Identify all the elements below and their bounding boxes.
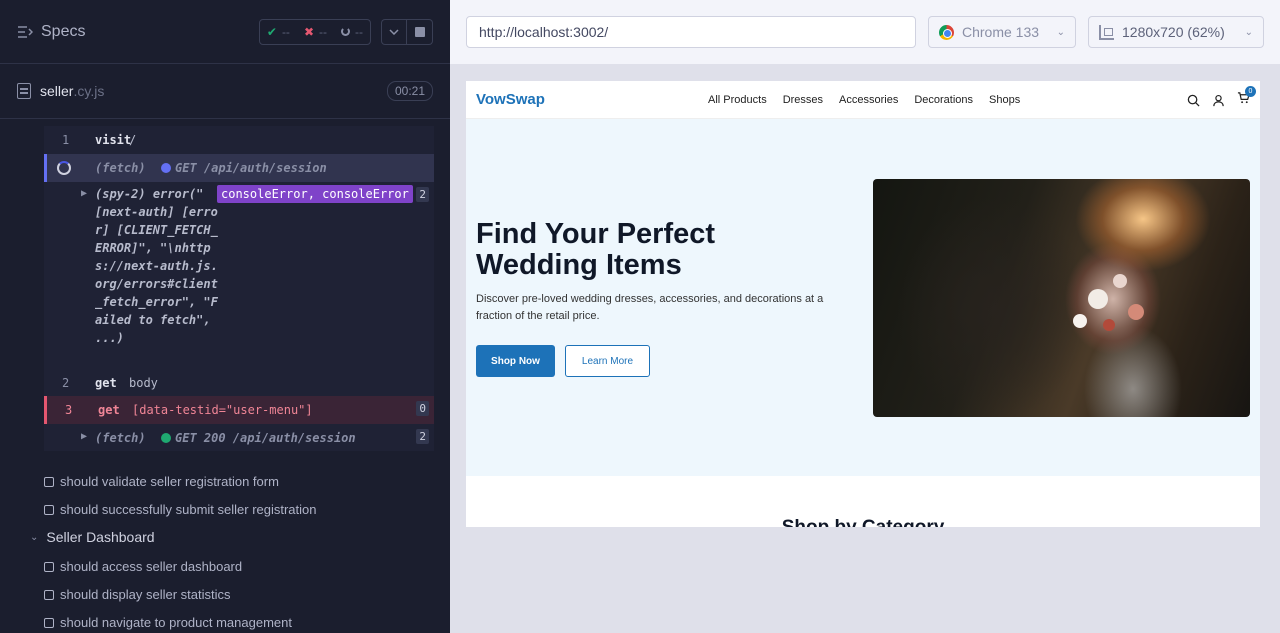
check-icon: ✔ (266, 24, 277, 39)
spec-name[interactable]: seller (40, 83, 73, 99)
stop-button[interactable] (407, 18, 433, 45)
bouquet-flower (1128, 304, 1144, 320)
command-kind: (fetch) (95, 431, 146, 445)
spec-file-header: seller .cy.js 00:21 (0, 64, 450, 119)
learn-more-button[interactable]: Learn More (565, 345, 650, 377)
nav-all-products[interactable]: All Products (708, 94, 767, 106)
expand-caret-icon[interactable]: ▶ (81, 188, 87, 199)
specs-list-icon[interactable] (17, 25, 33, 39)
test-status-icon (44, 476, 54, 487)
command-row-failed[interactable]: 3 get [data-testid="user-menu"] 0 (44, 396, 434, 424)
site-logo[interactable]: VowSwap (476, 91, 545, 108)
nav-dresses[interactable]: Dresses (783, 94, 823, 106)
viewport-selector[interactable]: 1280x720 (62%) ⌄ (1088, 16, 1264, 48)
viewport-scale: (62%) (1187, 24, 1225, 40)
command-row-fetch[interactable]: ▶ (fetch) GET 200 /api/auth/session 2 (44, 424, 434, 451)
stop-icon (414, 26, 425, 37)
chevron-down-icon (389, 28, 399, 35)
shop-now-button[interactable]: Shop Now (476, 345, 555, 377)
hero-section: Find Your Perfect Wedding Items Discover… (466, 119, 1260, 476)
expand-caret-icon[interactable]: ▶ (81, 431, 87, 442)
command-row-fetch-pending[interactable]: (fetch) GET /api/auth/session (44, 154, 434, 182)
pending-stat: -- (334, 25, 370, 39)
command-log-panel: Specs ✔ -- ✖ -- -- seller .cy.js 00:21 1 vi… (0, 0, 450, 633)
command-count: 2 (416, 429, 429, 444)
loading-spinner-icon (57, 161, 71, 175)
x-icon: ✖ (303, 24, 314, 39)
test-item[interactable]: should successfully submit seller regist… (44, 502, 317, 517)
chevron-down-icon: ⌄ (1056, 26, 1065, 38)
nav-accessories[interactable]: Accessories (839, 94, 898, 106)
viewport-icon (1099, 24, 1114, 40)
command-row[interactable]: 2 get body (44, 371, 434, 396)
toggle-auto-scroll-button[interactable] (381, 18, 407, 45)
command-number: 3 (65, 403, 73, 417)
chrome-icon (939, 24, 954, 40)
browser-toolbar: http://localhost:3002/ Chrome 133 ⌄ 1280… (450, 0, 1280, 64)
pending-icon (341, 27, 350, 36)
file-icon (17, 83, 31, 99)
cart-count-badge: 0 (1245, 86, 1256, 97)
pending-dot-icon (161, 163, 171, 173)
command-kind: (fetch) (95, 161, 146, 175)
bouquet-flower (1088, 289, 1108, 309)
command-row-spy[interactable]: ▶ (spy-2) error(" [next-auth] [error] [C… (44, 182, 434, 371)
test-item[interactable]: should validate seller registration form (44, 474, 279, 489)
url-bar[interactable]: http://localhost:3002/ (466, 16, 916, 48)
command-message: [data-testid="user-menu"] (132, 403, 313, 417)
test-item[interactable]: should access seller dashboard (44, 559, 242, 574)
nav-icons: 0 (1187, 86, 1256, 109)
hero-title: Find Your Perfect Wedding Items (476, 218, 716, 281)
command-row[interactable]: 1 visit / (44, 126, 434, 154)
spy-message: (spy-2) error(" [next-auth] [error] [CLI… (95, 187, 218, 345)
command-count: 0 (416, 401, 429, 416)
bouquet-flower (1113, 274, 1127, 288)
command-message: / (129, 133, 137, 147)
chevron-down-icon: ⌄ (1244, 26, 1253, 38)
search-icon[interactable] (1187, 94, 1200, 107)
command-message: body (129, 376, 158, 390)
command-number: 1 (62, 133, 70, 147)
hero-subtitle: Discover pre-loved wedding dresses, acce… (476, 293, 824, 322)
test-status-icon (44, 589, 54, 600)
command-name: get (95, 376, 117, 390)
nav-shops[interactable]: Shops (989, 94, 1020, 106)
success-dot-icon (161, 433, 171, 443)
alias-badge[interactable]: consoleError, consoleError (217, 185, 413, 203)
command-count: 2 (416, 187, 429, 202)
test-item[interactable]: should display seller statistics (44, 587, 231, 602)
command-list: 1 visit / (fetch) GET /api/auth/session … (44, 126, 434, 451)
command-number: 2 (62, 376, 70, 390)
spec-duration: 00:21 (386, 81, 433, 101)
runner-header: Specs ✔ -- ✖ -- -- (0, 0, 450, 64)
bouquet-flower (1073, 314, 1087, 328)
test-stats: ✔ -- ✖ -- -- (258, 18, 371, 45)
test-item[interactable]: should navigate to product management (44, 615, 292, 630)
suite-seller-dashboard[interactable]: ⌄ Seller Dashboard (30, 529, 155, 545)
cart-button[interactable]: 0 (1237, 86, 1256, 109)
nav-links: All Products Dresses Accessories Decorat… (708, 94, 1020, 106)
hero-wedding-image (873, 179, 1250, 417)
browser-selector[interactable]: Chrome 133 ⌄ (928, 16, 1076, 48)
command-message: GET /api/auth/session (161, 161, 327, 175)
test-status-icon (44, 504, 54, 515)
app-iframe: VowSwap All Products Dresses Accessories… (466, 81, 1260, 527)
specs-title[interactable]: Specs (41, 23, 259, 41)
section-title: Shop by Category (466, 517, 1260, 527)
user-icon[interactable] (1212, 94, 1225, 107)
spec-extension: .cy.js (73, 83, 105, 99)
test-status-icon (44, 617, 54, 628)
nav-decorations[interactable]: Decorations (914, 94, 973, 106)
command-name: visit (95, 133, 132, 147)
browser-name: Chrome 133 (962, 24, 1040, 40)
bouquet-flower (1103, 319, 1115, 331)
failed-stat: ✖ -- (303, 24, 327, 39)
command-message: GET 200 /api/auth/session (161, 431, 356, 445)
chevron-down-icon: ⌄ (30, 531, 39, 543)
command-name: get (98, 403, 120, 417)
passed-stat: ✔ -- (266, 24, 290, 39)
test-status-icon (44, 561, 54, 572)
viewport-size: 1280x720 (1122, 24, 1184, 40)
site-navbar: VowSwap All Products Dresses Accessories… (466, 81, 1260, 119)
